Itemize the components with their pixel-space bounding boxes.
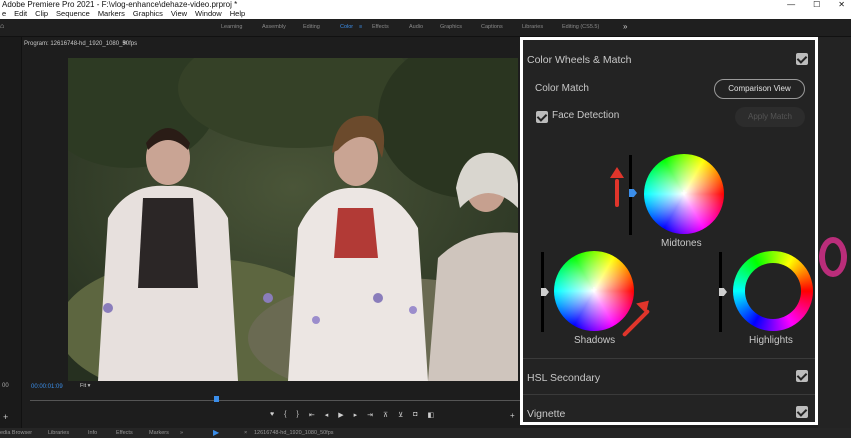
chevron-down-icon: ▾ (87, 383, 91, 389)
panel-menu-icon[interactable]: ≡ (123, 40, 127, 47)
maximize-button[interactable]: ☐ (813, 0, 820, 9)
color-wheels-panel: Color Wheels & Match Color Match Compari… (520, 37, 818, 425)
left-panel-strip: 00 + (0, 37, 22, 428)
menu-bar: e Edit Clip Sequence Markers Graphics Vi… (0, 9, 851, 19)
menu-clip[interactable]: Clip (35, 9, 48, 19)
workspace-tab-editing[interactable]: Editing (303, 24, 320, 30)
program-video-frame[interactable] (68, 58, 518, 381)
menu-window[interactable]: Window (195, 9, 222, 19)
zoom-select[interactable]: Fit ▾ (80, 383, 90, 389)
workspace-tab-captions[interactable]: Captions (481, 24, 503, 30)
crosshair-icon: + (680, 187, 688, 200)
lift-icon[interactable]: ⊼ (383, 411, 388, 419)
sequence-tab[interactable]: 12616748-hd_1920_1080_50fps (254, 428, 334, 438)
workspace-tab-libraries[interactable]: Libraries (522, 24, 543, 30)
workspace-bar: ⌂ Learning Assembly Editing Color ≡ Effe… (0, 19, 851, 37)
bottom-panel-bar: edia Browser Libraries Info Effects Mark… (0, 428, 851, 438)
window-title: Adobe Premiere Pro 2021 - F:\vlog-enhanc… (2, 0, 238, 9)
go-to-out-icon[interactable]: ⇥ (367, 411, 373, 419)
workspace-tab-color[interactable]: Color (340, 24, 353, 30)
vignette-enable-checkbox[interactable] (796, 406, 808, 418)
menu-graphics[interactable]: Graphics (133, 9, 163, 19)
divider (523, 394, 815, 395)
more-workspaces-icon[interactable]: » (623, 22, 627, 31)
workspace-tab-learning[interactable]: Learning (221, 24, 242, 30)
add-icon[interactable]: + (3, 412, 8, 422)
close-sequence-icon[interactable]: × (244, 428, 247, 438)
annotation-arrowhead-up (610, 167, 624, 178)
apply-match-button[interactable]: Apply Match (735, 107, 805, 127)
highlights-slider-knob[interactable] (719, 288, 727, 296)
tab-info[interactable]: Info (88, 428, 97, 438)
section-title[interactable]: Color Wheels & Match (527, 54, 631, 66)
menu-sequence[interactable]: Sequence (56, 9, 90, 19)
add-marker-icon[interactable]: ♥ (270, 411, 274, 419)
highlights-color-wheel[interactable] (733, 251, 813, 331)
tab-media-browser[interactable]: edia Browser (0, 428, 32, 438)
midtones-slider-knob[interactable] (629, 189, 637, 197)
left-timecode: 00 (2, 383, 9, 389)
export-frame-icon[interactable]: ◘ (413, 411, 417, 419)
midtones-color-wheel[interactable]: + (644, 154, 724, 234)
workspace-tab-audio[interactable]: Audio (409, 24, 423, 30)
menu-view[interactable]: View (171, 9, 187, 19)
color-wheels-enable-checkbox[interactable] (796, 53, 808, 65)
workspace-tab-editing-cs55[interactable]: Editing (CS5.5) (562, 24, 599, 30)
tab-markers[interactable]: Markers (149, 428, 169, 438)
window-controls: — ☐ ✕ (787, 0, 851, 9)
hsl-secondary-enable-checkbox[interactable] (796, 370, 808, 382)
face-detection-label: Face Detection (552, 110, 620, 121)
workspace-tab-assembly[interactable]: Assembly (262, 24, 286, 30)
face-detection-checkbox[interactable] (536, 111, 548, 123)
shadows-color-wheel[interactable]: + (554, 251, 634, 331)
program-monitor-title: Program: 12616748-hd_1920_1080_50fps (24, 41, 138, 47)
comparison-icon[interactable]: ◧ (428, 411, 435, 419)
playback-scrubber[interactable] (30, 400, 520, 406)
extract-icon[interactable]: ⊻ (398, 411, 403, 419)
minimize-button[interactable]: — (787, 0, 795, 9)
home-icon[interactable]: ⌂ (0, 23, 4, 30)
menu-edit[interactable]: Edit (14, 9, 27, 19)
go-to-in-icon[interactable]: ⇤ (309, 411, 315, 419)
mark-out-icon[interactable]: } (297, 411, 299, 419)
menu-help[interactable]: Help (230, 9, 245, 19)
comparison-view-button[interactable]: Comparison View (714, 79, 805, 99)
workspace-menu-icon[interactable]: ≡ (359, 24, 362, 30)
program-timecode[interactable]: 00:00:01:09 (31, 384, 63, 390)
annotation-arrowhead-diagonal (636, 295, 654, 314)
menu-markers[interactable]: Markers (98, 9, 125, 19)
midtones-label: Midtones (661, 238, 702, 249)
tab-effects[interactable]: Effects (116, 428, 133, 438)
partial-wheel-behind (819, 237, 847, 277)
window-title-bar: Adobe Premiere Pro 2021 - F:\vlog-enhanc… (0, 0, 851, 9)
shadows-slider-knob[interactable] (541, 288, 549, 296)
more-tabs-icon[interactable]: » (180, 428, 183, 438)
selection-tool-icon[interactable]: ▶ (213, 428, 219, 438)
close-button[interactable]: ✕ (838, 0, 845, 9)
step-back-icon[interactable]: ◂ (325, 411, 329, 419)
play-icon[interactable]: ▶ (338, 411, 343, 419)
transport-controls: ♥ { } ⇤ ◂ ▶ ▸ ⇥ ⊼ ⊻ ◘ ◧ (270, 411, 434, 419)
workspace-tab-graphics[interactable]: Graphics (440, 24, 462, 30)
mark-in-icon[interactable]: { (284, 411, 286, 419)
divider (523, 358, 815, 359)
playhead-marker[interactable] (213, 396, 219, 402)
vignette-header[interactable]: Vignette (527, 408, 565, 420)
hsl-secondary-header[interactable]: HSL Secondary (527, 372, 600, 384)
right-panel-strip (818, 37, 851, 428)
video-scene-illustration (68, 58, 518, 381)
button-editor-icon[interactable]: + (510, 411, 515, 420)
highlights-label: Highlights (749, 335, 793, 346)
annotation-arrow-up (615, 179, 619, 207)
shadows-label: Shadows (574, 335, 616, 346)
menu-file[interactable]: e (2, 9, 6, 19)
step-forward-icon[interactable]: ▸ (354, 411, 358, 419)
tab-libraries[interactable]: Libraries (48, 428, 69, 438)
color-match-label: Color Match (535, 83, 589, 94)
crosshair-icon: + (590, 284, 598, 297)
workspace-tab-effects[interactable]: Effects (372, 24, 389, 30)
